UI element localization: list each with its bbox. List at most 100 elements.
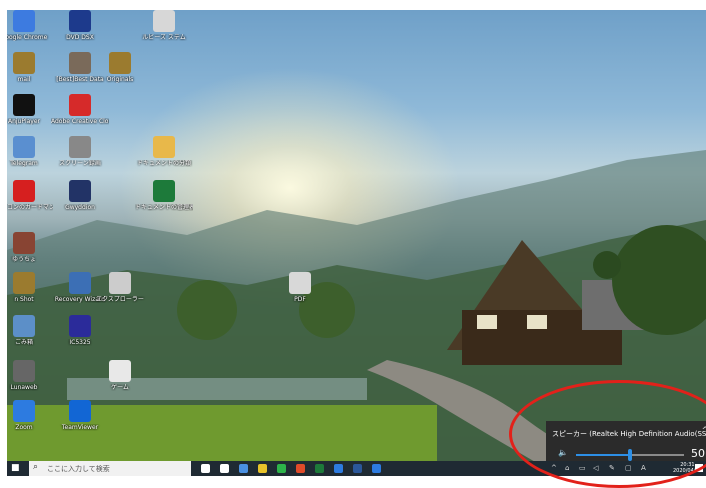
- recycle-bin-icon: [13, 315, 35, 337]
- desktop-icon-label: Originals: [106, 76, 134, 83]
- desktop-wallpaper: Google ChromeDVD DSXルビーズ ステムmail[Best]Be…: [7, 10, 706, 463]
- player-icon: [13, 94, 35, 116]
- desktop-icon[interactable]: Lunaweb: [7, 360, 53, 391]
- desktop-icon[interactable]: Gwyddion: [51, 180, 109, 211]
- network-icon[interactable]: ⌂: [565, 464, 569, 472]
- desktop-icon[interactable]: ゆうちょ: [7, 232, 53, 263]
- ime-indicator[interactable]: A: [641, 464, 646, 472]
- desktop-icon-label: IC5325: [69, 339, 91, 346]
- taskbar-app-button[interactable]: [296, 464, 305, 473]
- volume-tray-icon[interactable]: ◁: [593, 464, 598, 472]
- desktop-icon[interactable]: ルビーズ ステム: [135, 10, 193, 41]
- desktop-icon-label: Google Chrome: [7, 34, 48, 41]
- desktop-icon-label: ゲーム: [111, 384, 129, 391]
- excel-icon: [153, 180, 175, 202]
- volume-value: 50: [691, 447, 705, 460]
- desktop-icon[interactable]: DVD DSX: [51, 10, 109, 41]
- desktop-icon[interactable]: ゲーム: [91, 360, 149, 391]
- search-box[interactable]: ⌕ ここに入力して検索: [29, 461, 191, 476]
- search-placeholder[interactable]: ここに入力して検索: [47, 464, 110, 474]
- desktop-icon-label: ルビーズ ステム: [142, 34, 186, 41]
- keyboard-icon[interactable]: ▢: [625, 464, 632, 472]
- photo-icon: [13, 232, 35, 254]
- pdf-icon: [289, 272, 311, 294]
- desktop-icon-label: パソコンのガードマン: [7, 204, 53, 211]
- desktop-icon-label: Gwyddion: [65, 204, 95, 211]
- desktop-icon-label: スクリーン録画: [59, 160, 101, 167]
- taskbar-app-button[interactable]: [258, 464, 267, 473]
- folder-icon: [13, 272, 35, 294]
- taskbar-app-button[interactable]: [353, 464, 362, 473]
- telegram-icon: [13, 136, 35, 158]
- app-icon: [109, 360, 131, 382]
- volume-flyout: スピーカー (Realtek High Definition Audio(SST…: [546, 421, 706, 463]
- app-icon: [153, 10, 175, 32]
- desktop-icon-label: mail: [17, 76, 31, 83]
- app-icon: [13, 180, 35, 202]
- desktop-icon[interactable]: IC5325: [51, 315, 109, 346]
- expand-chevron-icon[interactable]: ^: [701, 426, 706, 436]
- notification-icon[interactable]: [695, 464, 703, 472]
- audio-device-label[interactable]: スピーカー (Realtek High Definition Audio(SST…: [552, 429, 706, 439]
- taskbar-app-button[interactable]: [277, 464, 286, 473]
- zoom-icon: [13, 400, 35, 422]
- taskbar-app-button[interactable]: [372, 464, 381, 473]
- desktop-icon[interactable]: ドキュメントの管理表: [135, 180, 193, 211]
- chrome-icon: [13, 10, 35, 32]
- desktop-icon-label: n Shot: [14, 296, 34, 303]
- folder-icon: [109, 52, 131, 74]
- taskbar-app-button[interactable]: [201, 464, 210, 473]
- app-icon: [69, 180, 91, 202]
- desktop-icon[interactable]: PDF: [271, 272, 329, 303]
- taskbar-app-button[interactable]: [220, 464, 229, 473]
- battery-icon[interactable]: ▭: [579, 464, 586, 472]
- desktop-icon-label: Lunaweb: [10, 384, 38, 391]
- desktop-icon-label: TeamViewer: [61, 424, 99, 431]
- desktop-icon[interactable]: Google Chrome: [7, 10, 53, 41]
- adobe-icon: [69, 94, 91, 116]
- desktop-icon-label: ゆうちょ: [11, 256, 36, 263]
- desktop-icon[interactable]: エクスプローラー: [91, 272, 149, 303]
- app-icon: [109, 272, 131, 294]
- desktop-icon[interactable]: ごみ箱: [7, 315, 53, 346]
- app-icon: [69, 315, 91, 337]
- speaker-icon[interactable]: 🔈: [558, 448, 568, 457]
- folder-icon: [153, 136, 175, 158]
- app-icon: [13, 360, 35, 382]
- volume-slider-thumb[interactable]: [628, 449, 632, 461]
- desktop-icon-label: Adobe Creative Cloud: [51, 118, 109, 125]
- desktop-icon-label: Zoom: [15, 424, 33, 431]
- desktop-icon-label: ドキュメントの管理表: [135, 204, 193, 211]
- desktop-icon-label: ドキュメントの分類: [136, 160, 191, 167]
- search-icon: ⌕: [33, 462, 39, 472]
- desktop-icon-label: ごみ箱: [14, 339, 33, 346]
- teamviewer-icon: [69, 400, 91, 422]
- taskbar-app-button[interactable]: [334, 464, 343, 473]
- desktop-icon[interactable]: スクリーン録画: [51, 136, 109, 167]
- taskbar: ■ ⌕ ここに入力して検索 ^ ⌂ ▭ ◁ ✎ ▢ A 20:31 2020/0…: [7, 461, 706, 476]
- folder-icon: [13, 52, 35, 74]
- volume-slider[interactable]: [576, 449, 684, 461]
- desktop-icon[interactable]: Telegram: [7, 136, 53, 167]
- desktop-icon[interactable]: Adobe Creative Cloud: [51, 94, 109, 125]
- desktop-icon[interactable]: AnjuPlayer: [7, 94, 53, 125]
- start-button[interactable]: ■: [11, 463, 22, 474]
- desktop-icon[interactable]: ドキュメントの分類: [135, 136, 193, 167]
- desktop-icon[interactable]: n Shot: [7, 272, 53, 303]
- pen-icon[interactable]: ✎: [609, 464, 615, 472]
- desktop-icon[interactable]: TeamViewer: [51, 400, 109, 431]
- taskbar-app-button[interactable]: [239, 464, 248, 473]
- desktop-icon[interactable]: mail: [7, 52, 53, 83]
- tray-overflow-chevron-icon[interactable]: ^: [551, 464, 557, 472]
- taskbar-app-button[interactable]: [315, 464, 324, 473]
- app-icon: [69, 272, 91, 294]
- desktop-icon[interactable]: パソコンのガードマン: [7, 180, 53, 211]
- dvd-icon: [69, 10, 91, 32]
- desktop-icon-label: AnjuPlayer: [7, 118, 41, 125]
- system-tray: ^ ⌂ ▭ ◁ ✎ ▢ A 20:31 2020/04/06: [547, 461, 706, 476]
- desktop-icon[interactable]: Zoom: [7, 400, 53, 431]
- desktop-icon[interactable]: Originals: [91, 52, 149, 83]
- desktop-icon-label: Telegram: [10, 160, 38, 167]
- desktop-icon-label: DVD DSX: [66, 34, 94, 41]
- photo-icon: [69, 52, 91, 74]
